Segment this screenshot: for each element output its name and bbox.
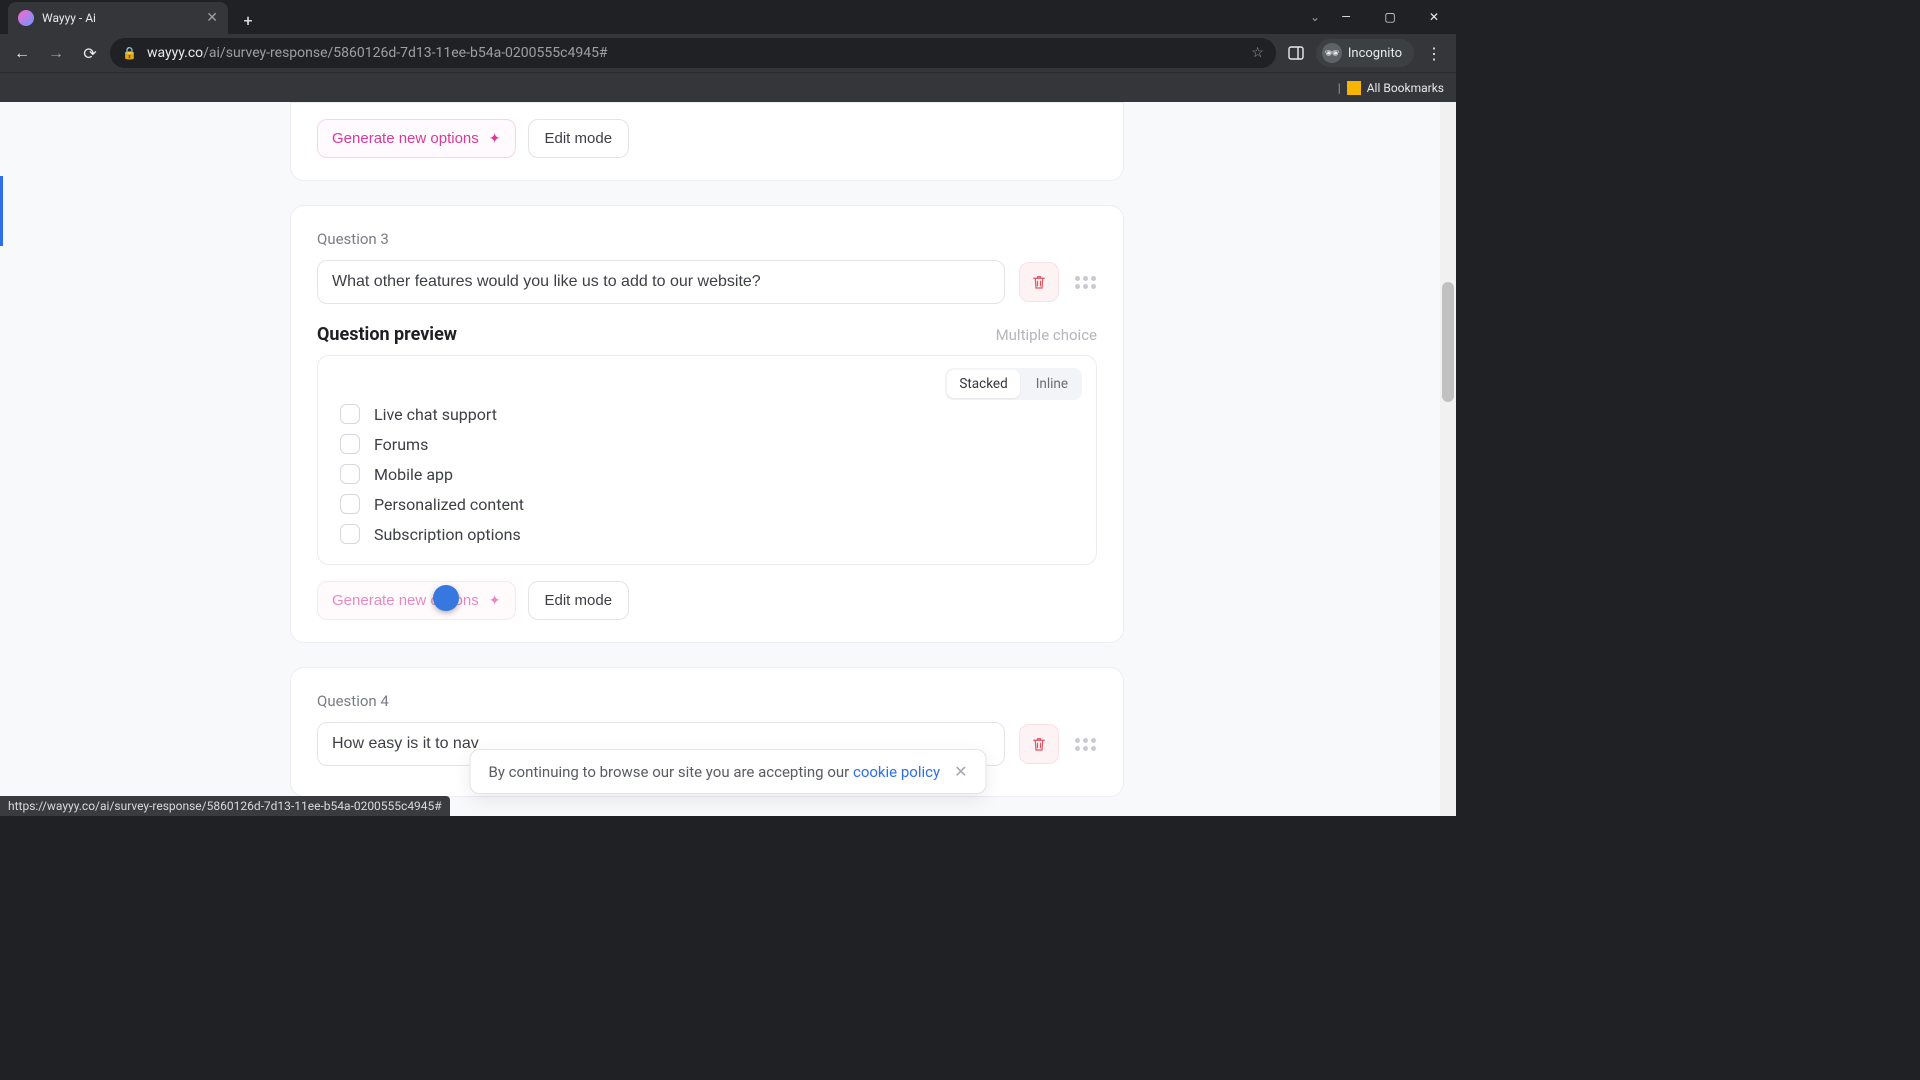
sparkle-icon: ✦: [489, 592, 501, 609]
all-bookmarks-link[interactable]: All Bookmarks: [1367, 81, 1444, 95]
option-label: Subscription options: [374, 525, 521, 544]
scrollbar-track[interactable]: [1440, 102, 1456, 816]
layout-stacked-tab[interactable]: Stacked: [947, 370, 1019, 398]
side-panel-icon[interactable]: [1282, 39, 1310, 67]
options-list: Live chat support Forums Mobile app Pers…: [340, 404, 1074, 544]
nav-reload-button[interactable]: ⟳: [76, 39, 104, 67]
checkbox-icon[interactable]: [340, 494, 360, 514]
layout-toggle: Stacked Inline: [945, 368, 1082, 400]
edit-mode-label: Edit mode: [545, 130, 613, 147]
question-3-actions: Generate new options ✦ Edit mode: [317, 581, 1097, 620]
checkbox-icon[interactable]: [340, 404, 360, 424]
url-text: wayyy.co/ai/survey-response/5860126d-7d1…: [147, 45, 1241, 61]
tab-search-icon[interactable]: ⌄: [1310, 10, 1320, 24]
preview-header: Question preview Multiple choice: [317, 324, 1097, 345]
question-3-row: [317, 260, 1097, 304]
incognito-label: Incognito: [1348, 46, 1402, 61]
option-item[interactable]: Personalized content: [340, 494, 1074, 514]
browser-tab-strip: Wayyy - Ai ✕ + ⌄ — ▢ ✕: [0, 0, 1456, 34]
window-controls: ⌄ — ▢ ✕: [1310, 0, 1456, 34]
edit-mode-button[interactable]: Edit mode: [528, 581, 630, 620]
favicon-icon: [18, 10, 34, 26]
layout-inline-tab[interactable]: Inline: [1024, 370, 1080, 398]
drag-handle-icon[interactable]: [1073, 276, 1097, 289]
new-tab-button[interactable]: +: [234, 6, 262, 34]
question-3-card: Question 3 Question preview Multiple cho…: [290, 205, 1124, 643]
option-item[interactable]: Subscription options: [340, 524, 1074, 544]
generate-options-label: Generate new options: [332, 592, 479, 609]
browser-tab[interactable]: Wayyy - Ai ✕: [8, 2, 228, 34]
bookmarks-folder-icon: [1347, 81, 1361, 95]
nav-back-button[interactable]: ←: [8, 39, 36, 67]
incognito-icon: 🕶: [1322, 43, 1342, 63]
option-item[interactable]: Live chat support: [340, 404, 1074, 424]
trash-icon: [1030, 735, 1048, 753]
option-label: Forums: [374, 435, 428, 454]
cookie-close-icon[interactable]: ✕: [954, 762, 967, 781]
sidebar-active-indicator: [0, 176, 3, 246]
window-minimize-button[interactable]: —: [1324, 0, 1368, 34]
nav-forward-button[interactable]: →: [42, 39, 70, 67]
checkbox-icon[interactable]: [340, 524, 360, 544]
option-label: Mobile app: [374, 465, 453, 484]
lock-icon: 🔒: [122, 46, 137, 60]
question-2-card-tail: Generate new options ✦ Edit mode: [290, 102, 1124, 181]
trash-icon: [1030, 273, 1048, 291]
sparkle-icon: ✦: [489, 130, 501, 147]
drag-handle-icon[interactable]: [1073, 738, 1097, 751]
window-close-button[interactable]: ✕: [1412, 0, 1456, 34]
option-label: Personalized content: [374, 495, 524, 514]
checkbox-icon[interactable]: [340, 464, 360, 484]
option-item[interactable]: Mobile app: [340, 464, 1074, 484]
preview-title: Question preview: [317, 324, 457, 345]
generate-options-label: Generate new options: [332, 130, 479, 147]
incognito-indicator[interactable]: 🕶 Incognito: [1316, 39, 1414, 67]
chrome-menu-button[interactable]: ⋮: [1420, 44, 1448, 63]
status-bar-link: https://wayyy.co/ai/survey-response/5860…: [0, 796, 450, 816]
scrollbar-thumb[interactable]: [1442, 282, 1454, 402]
checkbox-icon[interactable]: [340, 434, 360, 454]
window-maximize-button[interactable]: ▢: [1368, 0, 1412, 34]
generate-options-button[interactable]: Generate new options ✦: [317, 119, 516, 158]
generate-options-button[interactable]: Generate new options ✦: [317, 581, 516, 620]
preview-box: Stacked Inline Live chat support Forums …: [317, 355, 1097, 565]
browser-toolbar: ← → ⟳ 🔒 wayyy.co/ai/survey-response/5860…: [0, 34, 1456, 72]
option-label: Live chat support: [374, 405, 497, 424]
question-3-label: Question 3: [317, 230, 1097, 248]
address-bar[interactable]: 🔒 wayyy.co/ai/survey-response/5860126d-7…: [110, 38, 1276, 68]
option-item[interactable]: Forums: [340, 434, 1074, 454]
question-4-label: Question 4: [317, 692, 1097, 710]
preview-type-label: Multiple choice: [996, 326, 1097, 344]
main-content: Generate new options ✦ Edit mode Questio…: [290, 102, 1124, 816]
cookie-policy-link[interactable]: cookie policy: [853, 763, 940, 781]
edit-mode-button[interactable]: Edit mode: [528, 119, 630, 158]
edit-mode-label: Edit mode: [545, 592, 613, 609]
bookmark-star-icon[interactable]: ☆: [1251, 45, 1264, 61]
bookmarks-bar: | All Bookmarks: [0, 72, 1456, 102]
delete-question-4-button[interactable]: [1019, 724, 1059, 764]
cookie-text: By continuing to browse our site you are…: [489, 763, 941, 781]
cookie-banner: By continuing to browse our site you are…: [470, 749, 987, 794]
tab-title: Wayyy - Ai: [42, 11, 198, 25]
page-viewport: Generate new options ✦ Edit mode Questio…: [0, 102, 1456, 816]
question-3-input[interactable]: [317, 260, 1005, 304]
tab-close-icon[interactable]: ✕: [206, 10, 218, 26]
delete-question-3-button[interactable]: [1019, 262, 1059, 302]
